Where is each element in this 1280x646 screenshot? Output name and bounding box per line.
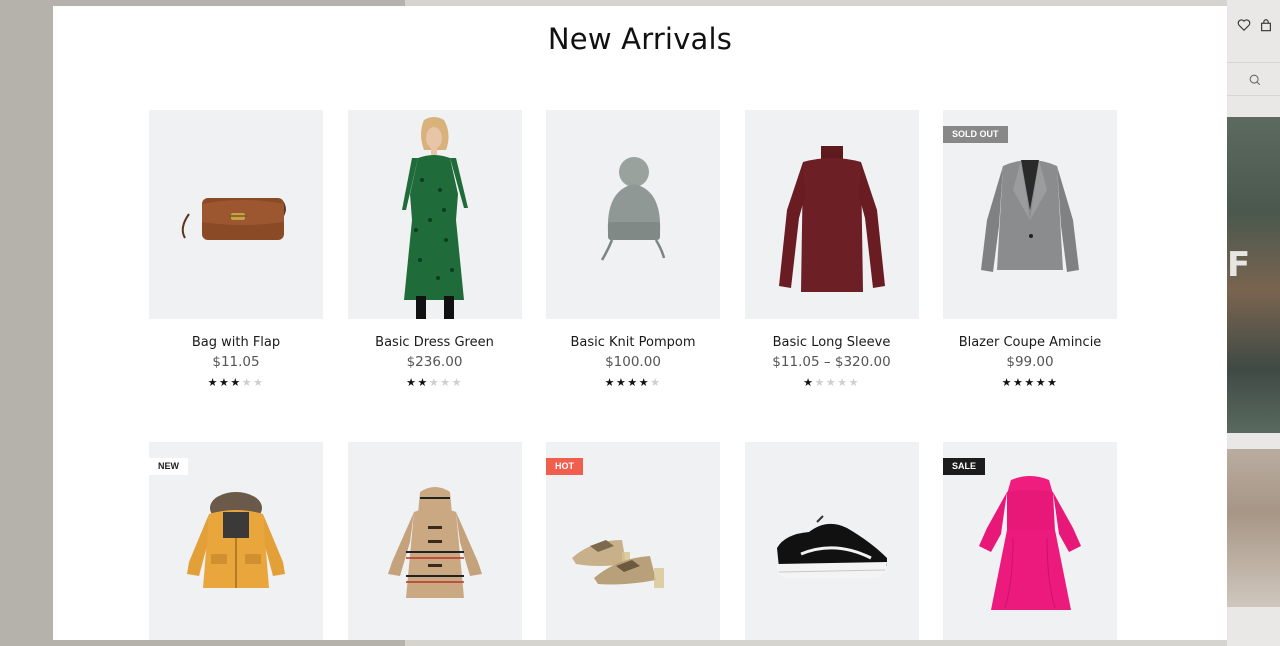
product-price: $100.00	[605, 354, 661, 370]
modal-title: New Arrivals	[547, 22, 733, 56]
star-icon: ★	[604, 377, 616, 389]
product-card[interactable]: Bag with Flap $11.05 ★★★★★	[149, 110, 323, 442]
product-badge-sale: SALE	[943, 458, 986, 475]
star-icon: ★	[218, 377, 231, 389]
star-icon: ★	[241, 377, 254, 389]
product-card[interactable]: HOT	[546, 442, 720, 640]
heart-icon[interactable]	[1237, 18, 1251, 32]
product-rating: ★★★★★	[943, 376, 1117, 390]
hero-letter: F	[1227, 245, 1251, 285]
star-icon: ★	[417, 377, 429, 389]
product-card[interactable]: Basic Dress Green $236.00 ★★★★★	[347, 110, 522, 442]
star-icon: ★	[230, 377, 242, 389]
star-icon: ★	[1001, 377, 1013, 389]
star-icon: ★	[848, 377, 860, 389]
star-icon: ★	[1035, 377, 1048, 389]
star-icon: ★	[837, 377, 849, 389]
product-image-beanie[interactable]	[546, 110, 720, 319]
star-icon: ★	[803, 377, 815, 389]
product-grid-row-1: Bag with Flap $11.05 ★★★★★ Basic Dress G…	[149, 110, 1117, 442]
product-card[interactable]: NEW	[149, 442, 323, 640]
star-icon: ★	[615, 377, 628, 389]
backdrop-secondary-image	[1227, 449, 1280, 607]
product-image-dress[interactable]	[347, 110, 522, 319]
product-badge-hot: HOT	[546, 458, 583, 475]
product-rating: ★★★★★	[149, 376, 323, 390]
backdrop-hero-image: F	[1227, 117, 1280, 433]
product-badge-new: NEW	[149, 458, 188, 475]
star-icon: ★	[627, 377, 639, 389]
product-card[interactable]: SOLD OUT Blazer Coupe Amincie $99.00 ★★★…	[943, 110, 1117, 442]
star-icon: ★	[207, 377, 219, 389]
product-image-sneaker[interactable]	[744, 442, 919, 640]
product-rating: ★★★★★	[348, 376, 522, 390]
star-icon: ★	[451, 377, 463, 389]
star-icon: ★	[406, 377, 418, 389]
star-icon: ★	[1012, 377, 1025, 389]
product-image-mules[interactable]: HOT	[546, 442, 720, 640]
new-arrivals-modal: New Arrivals Bag with Flap $11.05 ★★★★★	[53, 6, 1227, 640]
product-name[interactable]: Blazer Coupe Amincie	[943, 335, 1117, 350]
product-price: $99.00	[1006, 354, 1054, 370]
product-image-blazer[interactable]: SOLD OUT	[943, 110, 1117, 319]
product-image-bag[interactable]	[149, 110, 323, 319]
product-card[interactable]	[347, 442, 522, 640]
product-image-pink-dress[interactable]: SALE	[943, 442, 1117, 640]
star-icon: ★	[440, 377, 452, 389]
product-price: $236.00	[406, 354, 463, 370]
search-icon[interactable]	[1248, 73, 1262, 87]
product-image-parka[interactable]: NEW	[149, 442, 323, 640]
product-grid-row-2: NEW HOT SALE	[149, 442, 1117, 640]
product-name[interactable]: Basic Long Sleeve	[745, 335, 919, 350]
product-card[interactable]	[744, 442, 919, 640]
product-image-duffle-coat[interactable]	[347, 442, 522, 640]
star-icon: ★	[428, 377, 441, 389]
bag-icon[interactable]	[1259, 18, 1273, 32]
product-name[interactable]: Bag with Flap	[149, 335, 323, 350]
product-rating: ★★★★★	[745, 376, 919, 390]
product-image-long-sleeve[interactable]	[744, 110, 919, 319]
product-name[interactable]: Basic Knit Pompom	[546, 335, 720, 350]
star-icon: ★	[253, 377, 265, 389]
star-icon: ★	[825, 377, 838, 389]
star-icon: ★	[1047, 377, 1059, 389]
product-card[interactable]: SALE	[943, 442, 1117, 640]
product-rating: ★★★★★	[546, 376, 720, 390]
star-icon: ★	[814, 377, 826, 389]
star-icon: ★	[1024, 377, 1036, 389]
star-icon: ★	[650, 377, 662, 389]
product-price: $11.05	[212, 354, 260, 370]
star-icon: ★	[638, 377, 651, 389]
product-name[interactable]: Basic Dress Green	[348, 335, 522, 350]
product-price: $11.05 – $320.00	[772, 354, 891, 370]
product-badge-sold-out: SOLD OUT	[943, 126, 1008, 143]
product-card[interactable]: Basic Long Sleeve $11.05 – $320.00 ★★★★★	[744, 110, 919, 442]
product-card[interactable]: Basic Knit Pompom $100.00 ★★★★★	[546, 110, 720, 442]
